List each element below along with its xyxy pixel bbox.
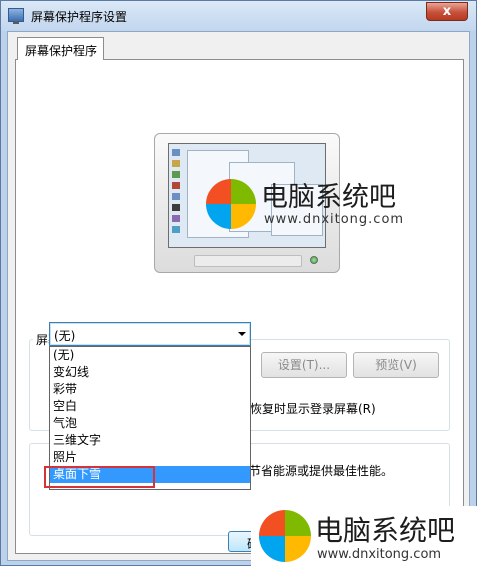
dropdown-option[interactable]: 空白	[50, 398, 250, 415]
dropdown-option[interactable]: 彩带	[50, 381, 250, 398]
screensaver-settings-window: 屏幕保护程序设置 x 屏幕保护程序 电脑系统吧 www.dnxitong.com…	[0, 0, 477, 567]
dropdown-option[interactable]: 照片	[50, 449, 250, 466]
monitor-power-led	[310, 256, 318, 264]
power-description: 节省能源或提供最佳性能。	[249, 464, 394, 478]
highlight-annotation-box	[44, 466, 155, 488]
settings-button[interactable]: 设置(T)...	[261, 352, 347, 378]
tab-screensaver[interactable]: 屏幕保护程序	[17, 37, 104, 60]
watermark-name: 电脑系统吧	[315, 514, 456, 547]
screensaver-select-value: (无)	[54, 329, 76, 343]
dropdown-option[interactable]: 气泡	[50, 415, 250, 432]
watermark-name: 电脑系统吧	[261, 182, 396, 213]
resume-logon-label[interactable]: 恢复时显示登录屏幕(R)	[250, 400, 376, 417]
title-bar: 屏幕保护程序设置 x	[1, 1, 476, 31]
watermark-url: www.dnxitong.com	[317, 547, 442, 562]
watermark-url: www.dnxitong.com	[264, 212, 405, 227]
desktop-icons	[172, 149, 182, 237]
preview-button[interactable]: 预览(V)	[353, 352, 439, 378]
dropdown-option[interactable]: (无)	[50, 347, 250, 364]
watermark-bottom: 电脑系统吧 www.dnxitong.com	[251, 506, 477, 567]
display-settings-icon	[8, 8, 24, 24]
window-title: 屏幕保护程序设置	[31, 10, 128, 24]
monitor-base	[194, 255, 302, 267]
chevron-down-icon	[238, 332, 246, 336]
screensaver-select[interactable]: (无)	[49, 322, 251, 346]
dialog-client-area: 屏幕保护程序 电脑系统吧 www.dnxitong.com 设置(T)... 预…	[7, 31, 470, 561]
windows-logo-icon	[206, 179, 256, 229]
watermark-top: 电脑系统吧 www.dnxitong.com	[206, 175, 436, 235]
close-button[interactable]: x	[426, 2, 468, 21]
tab-panel: 电脑系统吧 www.dnxitong.com 屏幕保护程序(S) 设置(T)..…	[15, 59, 464, 554]
windows-logo-icon	[259, 510, 311, 562]
dropdown-option[interactable]: 三维文字	[50, 432, 250, 449]
dropdown-option[interactable]: 变幻线	[50, 364, 250, 381]
